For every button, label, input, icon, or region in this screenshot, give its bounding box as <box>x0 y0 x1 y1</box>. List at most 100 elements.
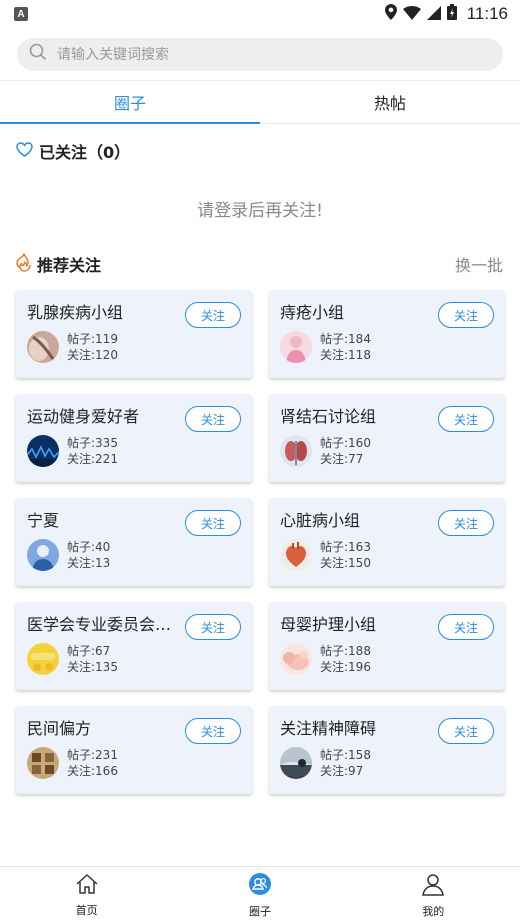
app-notification-icon: A <box>14 7 28 21</box>
group-card[interactable]: 医学会专业委员会… 关注 帖子: 67 关注: 135 <box>16 602 252 690</box>
flame-icon <box>16 252 32 276</box>
group-avatar <box>27 747 59 779</box>
follow-button[interactable]: 关注 <box>185 302 241 328</box>
follow-button[interactable]: 关注 <box>438 406 494 432</box>
group-name: 乳腺疾病小组 <box>27 303 124 322</box>
nav-profile-label: 我的 <box>422 905 445 918</box>
group-card[interactable]: 心脏病小组 关注 帖子: 163 关注: 150 <box>269 498 505 586</box>
posts-count: 184 <box>348 332 371 346</box>
group-card[interactable]: 宁夏 关注 帖子: 40 关注: 13 <box>16 498 252 586</box>
group-name: 民间偏方 <box>27 719 92 738</box>
group-name: 医学会专业委员会… <box>27 615 172 634</box>
posts-label: 帖子: <box>67 644 96 658</box>
followers-label: 关注: <box>67 556 96 570</box>
posts-count: 158 <box>348 748 371 762</box>
recommend-header: 推荐关注 换一批 <box>0 238 520 290</box>
posts-label: 帖子: <box>67 748 96 762</box>
follow-button[interactable]: 关注 <box>185 614 241 640</box>
followers-label: 关注: <box>320 452 349 466</box>
group-card[interactable]: 肾结石讨论组 关注 帖子: 160 关注: 77 <box>269 394 505 482</box>
group-name: 母婴护理小组 <box>280 615 377 634</box>
group-avatar <box>27 643 59 675</box>
group-avatar <box>280 643 312 675</box>
home-icon <box>75 873 99 899</box>
followers-label: 关注: <box>320 556 349 570</box>
posts-label: 帖子: <box>67 540 96 554</box>
search-bar: 请输入关键词搜索 <box>0 28 520 80</box>
group-avatar <box>280 747 312 779</box>
follow-button[interactable]: 关注 <box>185 510 241 536</box>
tab-indicator <box>0 122 260 124</box>
follow-button[interactable]: 关注 <box>185 718 241 744</box>
group-avatar <box>27 435 59 467</box>
posts-count: 40 <box>95 540 111 554</box>
group-name: 关注精神障碍 <box>280 719 377 738</box>
nav-home[interactable]: 首页 <box>0 867 173 924</box>
signal-icon <box>426 5 441 24</box>
posts-count: 188 <box>348 644 371 658</box>
followers-count: 77 <box>348 452 364 466</box>
followers-label: 关注: <box>320 764 349 778</box>
posts-count: 335 <box>95 436 118 450</box>
search-input[interactable]: 请输入关键词搜索 <box>17 37 503 71</box>
bottom-nav: 首页 圈子 我的 <box>0 866 520 924</box>
page: A 11:16 请输入关键词搜索 圈子 热帖 已关注（0） 请登录后再关注! 推… <box>0 0 520 924</box>
followers-label: 关注: <box>67 764 96 778</box>
followers-count: 118 <box>348 348 371 362</box>
group-card[interactable]: 痔疮小组 关注 帖子: 184 关注: 118 <box>269 290 505 378</box>
nav-profile[interactable]: 我的 <box>347 867 520 924</box>
group-name: 宁夏 <box>27 511 60 530</box>
posts-label: 帖子: <box>67 332 96 346</box>
followers-label: 关注: <box>67 452 96 466</box>
follow-button[interactable]: 关注 <box>438 510 494 536</box>
heart-icon <box>16 141 33 161</box>
followers-label: 关注: <box>320 348 349 362</box>
followers-count: 120 <box>95 348 118 362</box>
group-name: 肾结石讨论组 <box>280 407 377 426</box>
posts-count: 119 <box>95 332 118 346</box>
circle-icon <box>248 872 272 900</box>
followed-header: 已关注（0） <box>0 124 520 178</box>
battery-icon <box>446 4 457 24</box>
group-avatar <box>280 435 312 467</box>
followers-count: 97 <box>348 764 364 778</box>
follow-button[interactable]: 关注 <box>438 614 494 640</box>
nav-circles[interactable]: 圈子 <box>173 867 346 924</box>
status-time: 11:16 <box>466 4 508 23</box>
search-icon <box>29 43 47 65</box>
recommend-title: 推荐关注 <box>37 256 102 275</box>
group-avatar <box>280 331 312 363</box>
followers-label: 关注: <box>320 660 349 674</box>
group-name: 心脏病小组 <box>280 511 361 530</box>
group-name: 痔疮小组 <box>280 303 345 322</box>
group-card[interactable]: 民间偏方 关注 帖子: 231 关注: 166 <box>16 706 252 794</box>
followers-label: 关注: <box>67 660 96 674</box>
tab-hot-posts[interactable]: 热帖 <box>260 81 520 123</box>
nav-circles-label: 圈子 <box>248 905 271 918</box>
group-card[interactable]: 关注精神障碍 关注 帖子: 158 关注: 97 <box>269 706 505 794</box>
followers-count: 150 <box>348 556 371 570</box>
user-icon <box>421 872 445 900</box>
posts-label: 帖子: <box>67 436 96 450</box>
follow-button[interactable]: 关注 <box>438 718 494 744</box>
nav-home-label: 首页 <box>75 904 98 917</box>
group-avatar <box>27 539 59 571</box>
login-hint[interactable]: 请登录后再关注! <box>0 178 520 238</box>
group-card[interactable]: 运动健身爱好者 关注 帖子: 335 关注: 221 <box>16 394 252 482</box>
group-avatar <box>27 331 59 363</box>
group-grid: 乳腺疾病小组 关注 帖子: 119 关注: 120 痔疮小组 关注 帖子: 18… <box>0 290 520 794</box>
group-card[interactable]: 乳腺疾病小组 关注 帖子: 119 关注: 120 <box>16 290 252 378</box>
tab-circles[interactable]: 圈子 <box>0 81 260 123</box>
follow-button[interactable]: 关注 <box>438 302 494 328</box>
status-bar: A 11:16 <box>0 0 520 28</box>
posts-label: 帖子: <box>320 644 349 658</box>
followers-count: 196 <box>348 660 371 674</box>
followers-count: 13 <box>95 556 111 570</box>
posts-count: 163 <box>348 540 371 554</box>
refresh-button[interactable]: 换一批 <box>455 252 503 276</box>
group-card[interactable]: 母婴护理小组 关注 帖子: 188 关注: 196 <box>269 602 505 690</box>
followers-count: 135 <box>95 660 118 674</box>
posts-label: 帖子: <box>320 436 349 450</box>
location-icon <box>384 4 397 24</box>
follow-button[interactable]: 关注 <box>185 406 241 432</box>
